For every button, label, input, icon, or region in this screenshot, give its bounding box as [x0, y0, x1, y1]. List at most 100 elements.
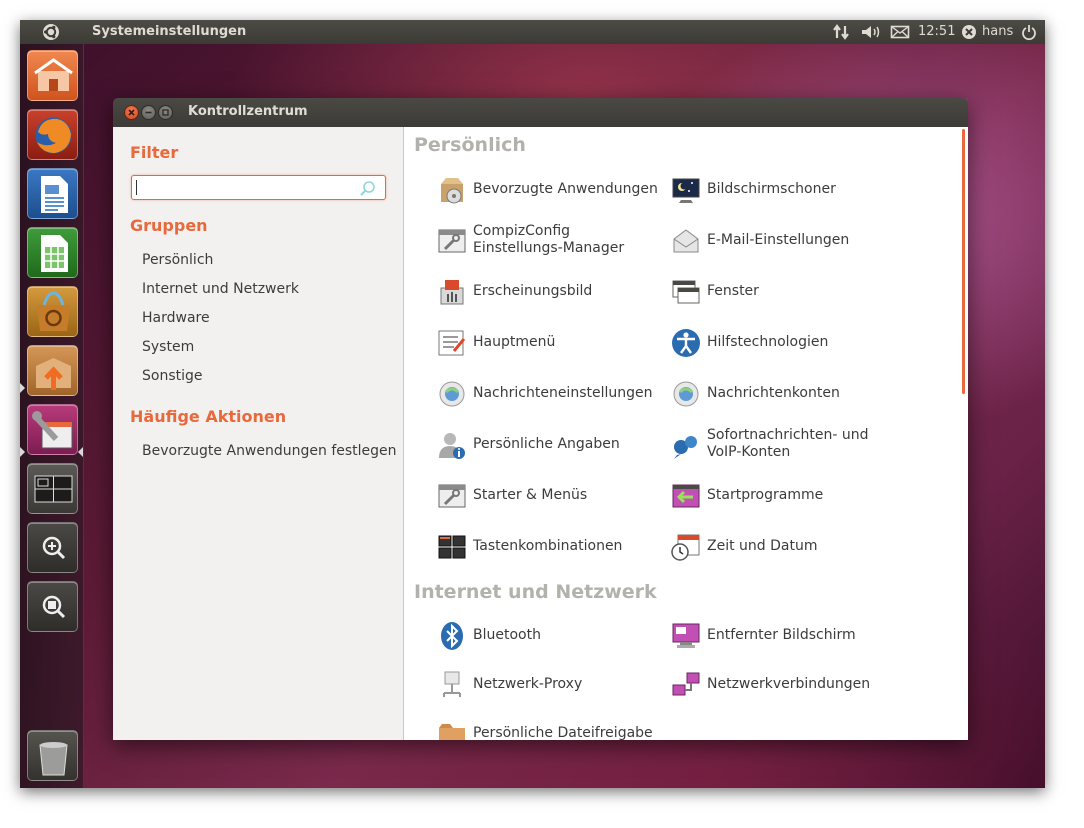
maximize-button[interactable]	[158, 105, 173, 120]
workspace-switcher-icon[interactable]	[27, 463, 78, 514]
desktop: Systemeinstellungen 12:51 hans Kontrollz…	[20, 20, 1045, 788]
network-proxy-icon	[436, 669, 468, 701]
settings-item-messaging-accounts[interactable]: Nachrichtenkonten	[670, 374, 900, 414]
settings-item-accessibility[interactable]: Hilfstechnologien	[670, 323, 900, 363]
update-manager-icon[interactable]	[27, 345, 78, 396]
settings-item-label: Tastenkombinationen	[473, 538, 623, 554]
remote-desktop-icon	[670, 620, 702, 652]
settings-item-label: Sofortnachrichten- und VoIP-Konten	[707, 427, 869, 460]
email-settings-icon	[670, 225, 702, 257]
settings-item-label: Nachrichtenkonten	[707, 385, 840, 401]
system-settings-icon[interactable]	[27, 404, 78, 455]
category-heading: Persönlich	[414, 134, 526, 156]
settings-item-label: E-Mail-Einstellungen	[707, 232, 850, 248]
settings-item-main-menu[interactable]: Hauptmenü	[436, 323, 666, 363]
settings-item-preferred-apps[interactable]: Bevorzugte Anwendungen	[436, 170, 666, 210]
window-body: Filter Gruppen Persönlich Internet und N…	[113, 127, 968, 740]
writer-icon[interactable]	[27, 168, 78, 219]
settings-item-label: Netzwerkverbindungen	[707, 676, 871, 692]
screensaver-icon	[670, 174, 702, 206]
messaging-settings-icon	[436, 378, 468, 410]
preferred-apps-icon	[436, 174, 468, 206]
control-center-window: Kontrollzentrum Filter Gruppen Persönlic…	[113, 98, 968, 740]
sidebar: Filter Gruppen Persönlich Internet und N…	[113, 127, 403, 740]
launcher	[20, 44, 84, 788]
ubuntu-logo-icon[interactable]	[42, 23, 60, 41]
compizconfig-icon	[436, 225, 468, 257]
focused-indicator	[78, 447, 83, 457]
settings-item-time-date[interactable]: Zeit und Datum	[670, 527, 900, 567]
settings-item-file-sharing[interactable]: Persönliche Dateifreigabe	[436, 714, 666, 740]
launchers-menus-icon	[436, 480, 468, 512]
zoom-in-icon[interactable]	[27, 522, 78, 573]
about-me-icon	[436, 429, 468, 461]
settings-item-messaging-settings[interactable]: Nachrichteneinstellungen	[436, 374, 666, 414]
status-offline-icon[interactable]	[961, 23, 977, 41]
volume-icon[interactable]	[860, 23, 882, 41]
group-link-hardware[interactable]: Hardware	[142, 310, 210, 326]
settings-item-compizconfig[interactable]: CompizConfig Einstellungs-Manager	[436, 221, 666, 261]
software-center-icon[interactable]	[27, 286, 78, 337]
frequent-actions-heading: Häufige Aktionen	[130, 407, 287, 426]
firefox-icon[interactable]	[27, 109, 78, 160]
groups-heading: Gruppen	[130, 216, 208, 235]
app-title: Systemeinstellungen	[92, 24, 247, 39]
settings-item-remote-desktop[interactable]: Entfernter Bildschirm	[670, 616, 900, 656]
top-panel: Systemeinstellungen 12:51 hans	[20, 20, 1045, 44]
settings-item-label: Startprogramme	[707, 487, 824, 503]
action-link-preferred-apps[interactable]: Bevorzugte Anwendungen festlegen	[142, 443, 397, 459]
windows-icon	[670, 276, 702, 308]
settings-item-label: Persönliche Dateifreigabe	[473, 725, 653, 740]
settings-item-email-settings[interactable]: E-Mail-Einstellungen	[670, 221, 900, 261]
group-link-internet-netzwerk[interactable]: Internet und Netzwerk	[142, 281, 299, 297]
settings-content: Persönlich Internet und Netzwerk Bevorzu…	[403, 127, 968, 740]
close-button[interactable]	[124, 105, 139, 120]
filter-heading: Filter	[130, 143, 179, 162]
home-folder-icon[interactable]	[27, 50, 78, 101]
settings-item-label: Entfernter Bildschirm	[707, 627, 856, 643]
settings-item-startup-apps[interactable]: Startprogramme	[670, 476, 900, 516]
search-input[interactable]	[135, 178, 350, 197]
clock[interactable]: 12:51	[918, 24, 955, 42]
settings-item-label: Netzwerk-Proxy	[473, 676, 583, 692]
power-icon[interactable]	[1021, 23, 1037, 41]
settings-item-network-proxy[interactable]: Netzwerk-Proxy	[436, 665, 666, 705]
settings-item-label: Bluetooth	[473, 627, 541, 643]
zoom-fit-icon[interactable]	[27, 581, 78, 632]
minimize-button[interactable]	[141, 105, 156, 120]
settings-item-bluetooth[interactable]: Bluetooth	[436, 616, 666, 656]
group-link-system[interactable]: System	[142, 339, 194, 355]
settings-item-appearance[interactable]: Erscheinungsbild	[436, 272, 666, 312]
bluetooth-icon	[436, 620, 468, 652]
settings-item-screensaver[interactable]: Bildschirmschoner	[670, 170, 900, 210]
settings-item-launchers-menus[interactable]: Starter & Menüs	[436, 476, 666, 516]
window-title: Kontrollzentrum	[188, 104, 308, 119]
settings-item-network-connections[interactable]: Netzwerkverbindungen	[670, 665, 900, 705]
network-icon[interactable]	[832, 23, 850, 41]
user-name[interactable]: hans	[982, 24, 1013, 42]
scrollbar[interactable]	[962, 129, 965, 394]
mail-icon[interactable]	[890, 23, 910, 41]
settings-item-about-me[interactable]: Persönliche Angaben	[436, 425, 666, 465]
maximize-icon	[162, 109, 169, 116]
startup-apps-icon	[670, 480, 702, 512]
category-heading: Internet und Netzwerk	[414, 581, 657, 603]
running-indicator	[20, 447, 25, 457]
search-icon[interactable]	[358, 179, 378, 197]
group-link-persoenlich[interactable]: Persönlich	[142, 252, 213, 268]
settings-item-label: Bevorzugte Anwendungen	[473, 181, 658, 197]
window-titlebar[interactable]: Kontrollzentrum	[113, 98, 968, 127]
minimize-icon	[145, 111, 152, 114]
settings-item-im-voip[interactable]: Sofortnachrichten- und VoIP-Konten	[670, 425, 900, 465]
network-connections-icon	[670, 669, 702, 701]
settings-item-label: Starter & Menüs	[473, 487, 588, 503]
trash-icon[interactable]	[27, 730, 78, 781]
settings-item-label: Fenster	[707, 283, 759, 299]
settings-item-windows[interactable]: Fenster	[670, 272, 900, 312]
calc-icon[interactable]	[27, 227, 78, 278]
search-field[interactable]	[131, 175, 386, 200]
settings-item-label: Hauptmenü	[473, 334, 556, 350]
running-indicator	[20, 383, 25, 393]
settings-item-keyboard-shortcuts[interactable]: Tastenkombinationen	[436, 527, 666, 567]
group-link-sonstige[interactable]: Sonstige	[142, 368, 203, 384]
